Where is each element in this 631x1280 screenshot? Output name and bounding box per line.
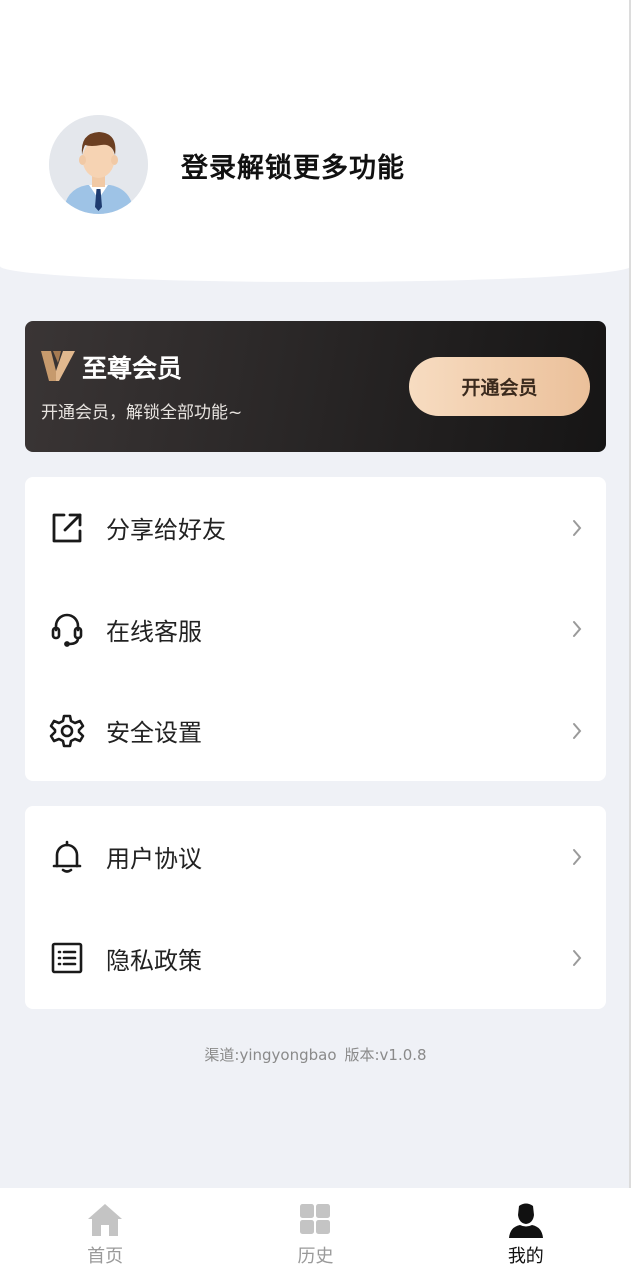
menu-item-user-agreement[interactable]: 用户协议 [25, 806, 606, 908]
bell-icon [49, 839, 85, 875]
bottom-tab-bar: 首页 历史 我的 [0, 1188, 631, 1280]
tab-home[interactable]: 首页 [0, 1188, 210, 1280]
open-membership-button[interactable]: 开通会员 [409, 357, 590, 416]
tab-label: 我的 [507, 1246, 544, 1267]
menu-item-share[interactable]: 分享给好友 [25, 477, 606, 579]
tab-mine[interactable]: 我的 [421, 1188, 631, 1280]
menu-item-security[interactable]: 安全设置 [25, 680, 606, 782]
tab-history[interactable]: 历史 [210, 1188, 420, 1280]
menu-label: 在线客服 [106, 617, 202, 646]
menu-card-legal: 用户协议 隐私政策 [25, 806, 606, 1009]
v-logo-icon [41, 351, 75, 381]
menu-label: 用户协议 [106, 845, 202, 874]
avatar[interactable] [49, 115, 148, 214]
menu-label: 分享给好友 [106, 516, 226, 545]
vip-subtitle: 开通会员，解锁全部功能~ [41, 403, 243, 423]
menu-label: 安全设置 [106, 719, 202, 748]
menu-card-main: 分享给好友 在线客服 安全设置 [25, 477, 606, 781]
vip-title: 至尊会员 [82, 354, 183, 383]
menu-item-support[interactable]: 在线客服 [25, 579, 606, 681]
menu-label: 隐私政策 [106, 946, 202, 975]
share-icon [49, 510, 85, 546]
male-avatar-icon [49, 115, 148, 214]
version-text: 版本:v1.0.8 [344, 1046, 427, 1064]
chevron-right-icon [570, 721, 584, 741]
tab-label: 历史 [297, 1246, 334, 1267]
chevron-right-icon [570, 518, 584, 538]
headset-icon [49, 611, 85, 648]
home-icon [86, 1202, 124, 1238]
chevron-right-icon [570, 948, 584, 968]
grid-icon [296, 1202, 334, 1238]
gear-icon [49, 713, 85, 749]
version-info: 渠道:yingyongbao 版本:v1.0.8 [0, 1044, 631, 1065]
channel-text: 渠道:yingyongbao [204, 1046, 337, 1064]
person-icon [507, 1202, 545, 1238]
tab-label: 首页 [87, 1246, 124, 1267]
vip-card[interactable]: 至尊会员 开通会员，解锁全部功能~ 开通会员 [25, 321, 606, 452]
login-prompt[interactable]: 登录解锁更多功能 [181, 146, 405, 185]
list-icon [49, 940, 85, 976]
menu-item-privacy-policy[interactable]: 隐私政策 [25, 908, 606, 1010]
chevron-right-icon [570, 619, 584, 639]
chevron-right-icon [570, 847, 584, 867]
